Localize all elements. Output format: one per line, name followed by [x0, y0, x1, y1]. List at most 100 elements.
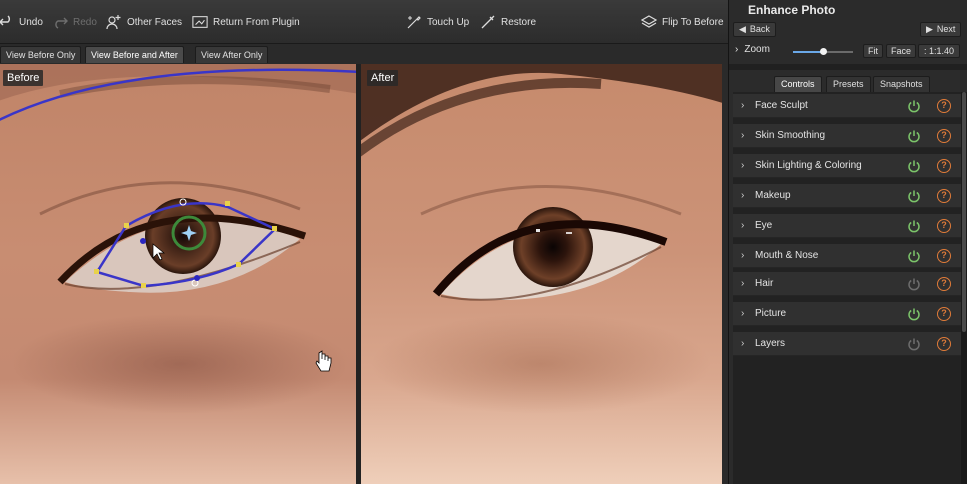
chevron-right-icon: › [741, 130, 745, 141]
zoom-row: › Zoom Fit Face : 1:1.40 [729, 42, 967, 62]
control-section-item[interactable]: › Eye? [733, 214, 961, 238]
next-button[interactable]: ▶ Next [920, 22, 962, 37]
control-section-label: Skin Smoothing [755, 130, 826, 141]
layers-flip-icon [641, 14, 657, 30]
help-icon[interactable]: ? [937, 159, 951, 173]
help-icon[interactable]: ? [937, 307, 951, 321]
control-section-item[interactable]: › Skin Smoothing? [733, 124, 961, 148]
tab-snapshots[interactable]: Snapshots [873, 76, 930, 92]
help-icon[interactable]: ? [937, 129, 951, 143]
power-toggle-icon[interactable] [907, 99, 921, 113]
view-mode-tabs: View Before Only View Before and After V… [0, 44, 728, 64]
before-image-panel[interactable]: Before [0, 64, 356, 484]
chevron-right-icon: › [741, 160, 745, 171]
chevron-left-icon: ◀ [739, 24, 746, 34]
redo-button[interactable]: Redo [52, 12, 97, 32]
power-toggle-icon[interactable] [907, 337, 921, 351]
control-section-label: Makeup [755, 190, 791, 201]
chevron-right-icon: › [741, 308, 745, 319]
redo-icon [52, 14, 68, 30]
touch-up-button[interactable]: Touch Up [406, 12, 469, 32]
other-faces-button[interactable]: Other Faces [106, 12, 182, 32]
zoom-face-button[interactable]: Face [886, 44, 917, 58]
chevron-right-icon: ▶ [926, 24, 933, 34]
app-window: Undo Redo Other Faces Return From Plugin… [0, 0, 967, 484]
control-section-item[interactable]: › Hair? [733, 272, 961, 296]
power-toggle-icon[interactable] [907, 219, 921, 233]
back-button[interactable]: ◀ Back [733, 22, 776, 37]
tab-presets[interactable]: Presets [826, 76, 871, 92]
after-label: After [367, 70, 399, 86]
before-eye-photo [0, 64, 356, 484]
main-toolbar: Undo Redo Other Faces Return From Plugin… [0, 0, 728, 44]
control-section-item[interactable]: › Skin Lighting & Coloring? [733, 154, 961, 178]
help-icon[interactable]: ? [937, 249, 951, 263]
return-from-plugin-button[interactable]: Return From Plugin [192, 12, 300, 32]
control-list-scrollbar[interactable] [961, 92, 967, 484]
control-section-label: Skin Lighting & Coloring [755, 160, 862, 171]
power-toggle-icon[interactable] [907, 129, 921, 143]
tab-controls[interactable]: Controls [774, 76, 822, 92]
add-face-icon [106, 14, 122, 30]
zoom-slider[interactable] [793, 48, 853, 55]
zoom-toggle[interactable]: › Zoom [735, 44, 770, 55]
enhance-photo-panel: Enhance Photo ◀ Back ▶ Next › Zoom Fit F… [728, 0, 967, 484]
control-section-item[interactable]: › Layers? [733, 332, 961, 356]
control-section-item[interactable]: › Mouth & Nose? [733, 244, 961, 268]
next-label: Next [936, 24, 956, 34]
chevron-right-icon: › [741, 220, 745, 231]
tab-view-after-only[interactable]: View After Only [195, 46, 269, 63]
zoom-label: Zoom [744, 44, 770, 55]
control-list-scroll-thumb[interactable] [962, 92, 966, 332]
control-section-label: Layers [755, 338, 786, 349]
restore-brush-icon [480, 14, 496, 30]
return-plugin-icon [192, 14, 208, 30]
power-toggle-icon[interactable] [907, 249, 921, 263]
control-section-label: Face Sculpt [755, 100, 808, 111]
control-section-label: Picture [755, 308, 787, 319]
flip-to-before-button[interactable]: Flip To Before [641, 12, 724, 32]
touch-up-label: Touch Up [427, 16, 470, 28]
help-icon[interactable]: ? [937, 219, 951, 233]
control-tabs: Controls Presets Snapshots [729, 73, 967, 92]
power-toggle-icon[interactable] [907, 277, 921, 291]
control-section-item[interactable]: › Face Sculpt? [733, 94, 961, 118]
chevron-right-icon: › [741, 100, 745, 111]
help-icon[interactable]: ? [937, 99, 951, 113]
chevron-right-icon: › [741, 338, 745, 349]
control-section-label: Hair [755, 278, 774, 289]
control-section-item[interactable]: › Makeup? [733, 184, 961, 208]
undo-button[interactable]: Undo [0, 12, 43, 32]
back-label: Back [749, 24, 770, 34]
flip-to-before-label: Flip To Before [662, 16, 724, 28]
return-from-plugin-label: Return From Plugin [213, 16, 300, 28]
restore-button[interactable]: Restore [480, 12, 536, 32]
zoom-ratio-display[interactable]: : 1:1.40 [918, 44, 961, 58]
undo-icon [0, 14, 14, 30]
help-icon[interactable]: ? [937, 337, 951, 351]
power-toggle-icon[interactable] [907, 189, 921, 203]
tab-view-before-and-after[interactable]: View Before and After [85, 46, 184, 63]
panel-separator [729, 64, 967, 70]
control-section-list: › Face Sculpt? › Skin Smoothing? › Skin Light… [733, 92, 961, 484]
after-eye-photo [361, 64, 722, 484]
after-image-panel[interactable]: After [361, 64, 722, 484]
redo-label: Redo [73, 16, 97, 28]
restore-label: Restore [501, 16, 537, 28]
zoom-fit-button[interactable]: Fit [863, 44, 883, 58]
zoom-ratio-value: 1:1.40 [929, 46, 955, 56]
help-icon[interactable]: ? [937, 277, 951, 291]
control-section-label: Mouth & Nose [755, 250, 819, 261]
help-icon[interactable]: ? [937, 189, 951, 203]
power-toggle-icon[interactable] [907, 307, 921, 321]
panel-title: Enhance Photo [729, 0, 967, 20]
control-section-label: Eye [755, 220, 773, 231]
chevron-right-icon: › [741, 190, 745, 201]
power-toggle-icon[interactable] [907, 159, 921, 173]
zoom-slider-fill [793, 51, 823, 53]
zoom-slider-handle[interactable] [819, 48, 827, 55]
tab-view-before-only[interactable]: View Before Only [0, 46, 82, 63]
chevron-right-icon: › [735, 44, 739, 55]
control-section-item[interactable]: › Picture? [733, 302, 961, 326]
undo-label: Undo [19, 16, 43, 28]
